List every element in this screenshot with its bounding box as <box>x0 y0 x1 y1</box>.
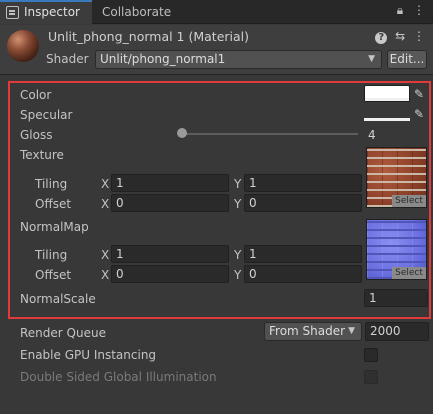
gloss-slider-track[interactable] <box>182 133 358 135</box>
normalmap-select-button[interactable]: Select <box>392 267 426 279</box>
texture-tiling-label: Tiling <box>35 177 68 191</box>
texture-offset-y-label: Y <box>234 197 242 211</box>
texture-tiling-x-field[interactable]: 1 <box>111 174 229 192</box>
shader-dropdown[interactable]: Unlit/phong_normal1 ▼ <box>95 50 382 69</box>
color-alpha-bar <box>365 98 409 101</box>
tab-collaborate[interactable]: Collaborate <box>102 0 171 24</box>
color-swatch[interactable] <box>364 85 410 102</box>
specular-label: Specular <box>20 108 73 122</box>
gpu-instancing-checkbox[interactable] <box>364 348 378 362</box>
texture-select-button[interactable]: Select <box>392 195 426 207</box>
lock-icon[interactable]: 🔒︎ <box>397 3 403 17</box>
normalmap-tiling-label: Tiling <box>35 248 68 262</box>
normalmap-offset-y-field[interactable]: 0 <box>244 265 362 283</box>
kebab-menu-icon[interactable]: ⋮ <box>413 3 425 17</box>
gloss-slider-handle[interactable] <box>177 128 187 138</box>
normalmap-tiling-y-field[interactable]: 1 <box>244 245 362 263</box>
dropdown-arrow-icon: ▼ <box>348 326 355 336</box>
normalmap-offset-y-label: Y <box>234 268 242 282</box>
shader-label: Shader <box>46 52 89 66</box>
color-label: Color <box>20 88 52 102</box>
tab-bar: Inspector Collaborate 🔒︎ ⋮ <box>0 0 433 24</box>
material-preview-icon <box>7 30 39 62</box>
normalmap-thumbnail[interactable]: Select <box>366 219 427 280</box>
normalmap-label: NormalMap <box>20 220 89 234</box>
texture-offset-label: Offset <box>35 197 72 211</box>
texture-tiling-x-label: X <box>101 177 110 191</box>
tabbar-controls: 🔒︎ ⋮ <box>391 3 425 18</box>
double-sided-gi-label: Double Sided Global Illumination <box>20 370 217 384</box>
shader-value: Unlit/phong_normal1 <box>100 52 226 66</box>
texture-thumbnail[interactable]: Select <box>366 147 427 208</box>
gpu-instancing-label: Enable GPU Instancing <box>20 348 157 362</box>
normalmap-offset-x-field[interactable]: 0 <box>111 265 229 283</box>
tab-inspector-label: Inspector <box>24 5 80 19</box>
texture-tiling-y-label: Y <box>234 177 242 191</box>
render-queue-label: Render Queue <box>20 326 106 340</box>
dropdown-arrow-icon: ▼ <box>368 54 375 64</box>
double-sided-gi-checkbox <box>364 370 378 384</box>
normalmap-offset-x-label: X <box>101 268 110 282</box>
tab-inspector[interactable]: Inspector <box>0 0 92 24</box>
render-queue-field[interactable]: 2000 <box>365 322 429 341</box>
normalscale-label: NormalScale <box>20 292 96 306</box>
preset-icon[interactable]: ⇆ <box>395 29 405 43</box>
render-queue-dropdown[interactable]: From Shader ▼ <box>264 322 362 341</box>
inspector-icon <box>6 6 19 19</box>
texture-offset-x-field[interactable]: 0 <box>111 194 229 212</box>
normalmap-offset-label: Offset <box>35 268 72 282</box>
texture-offset-x-label: X <box>101 197 110 211</box>
normalmap-tiling-x-label: X <box>101 248 110 262</box>
material-title: Unlit_phong_normal 1 (Material) <box>48 29 250 44</box>
tab-collaborate-label: Collaborate <box>102 5 172 19</box>
specular-swatch[interactable] <box>364 106 410 121</box>
normalmap-tiling-y-label: Y <box>234 248 242 262</box>
edit-button[interactable]: Edit... <box>387 50 427 69</box>
gloss-label: Gloss <box>20 128 53 142</box>
help-icon[interactable]: ? <box>375 32 388 44</box>
eyedropper-icon[interactable]: ✎ <box>414 87 428 101</box>
texture-tiling-y-field[interactable]: 1 <box>244 174 362 192</box>
eyedropper-icon[interactable]: ✎ <box>414 107 428 121</box>
normalscale-field[interactable]: 1 <box>364 289 428 307</box>
render-queue-mode: From Shader <box>269 324 346 338</box>
header-icons: ? ⇆ ⋮ <box>371 29 425 44</box>
texture-offset-y-field[interactable]: 0 <box>244 194 362 212</box>
normalmap-tiling-x-field[interactable]: 1 <box>111 245 229 263</box>
kebab-menu-icon[interactable]: ⋮ <box>413 29 425 43</box>
gloss-value[interactable]: 4 <box>368 128 376 142</box>
texture-label: Texture <box>20 148 64 162</box>
material-header: Unlit_phong_normal 1 (Material) ? ⇆ ⋮ Sh… <box>0 25 433 75</box>
specular-color-bar <box>364 118 410 121</box>
